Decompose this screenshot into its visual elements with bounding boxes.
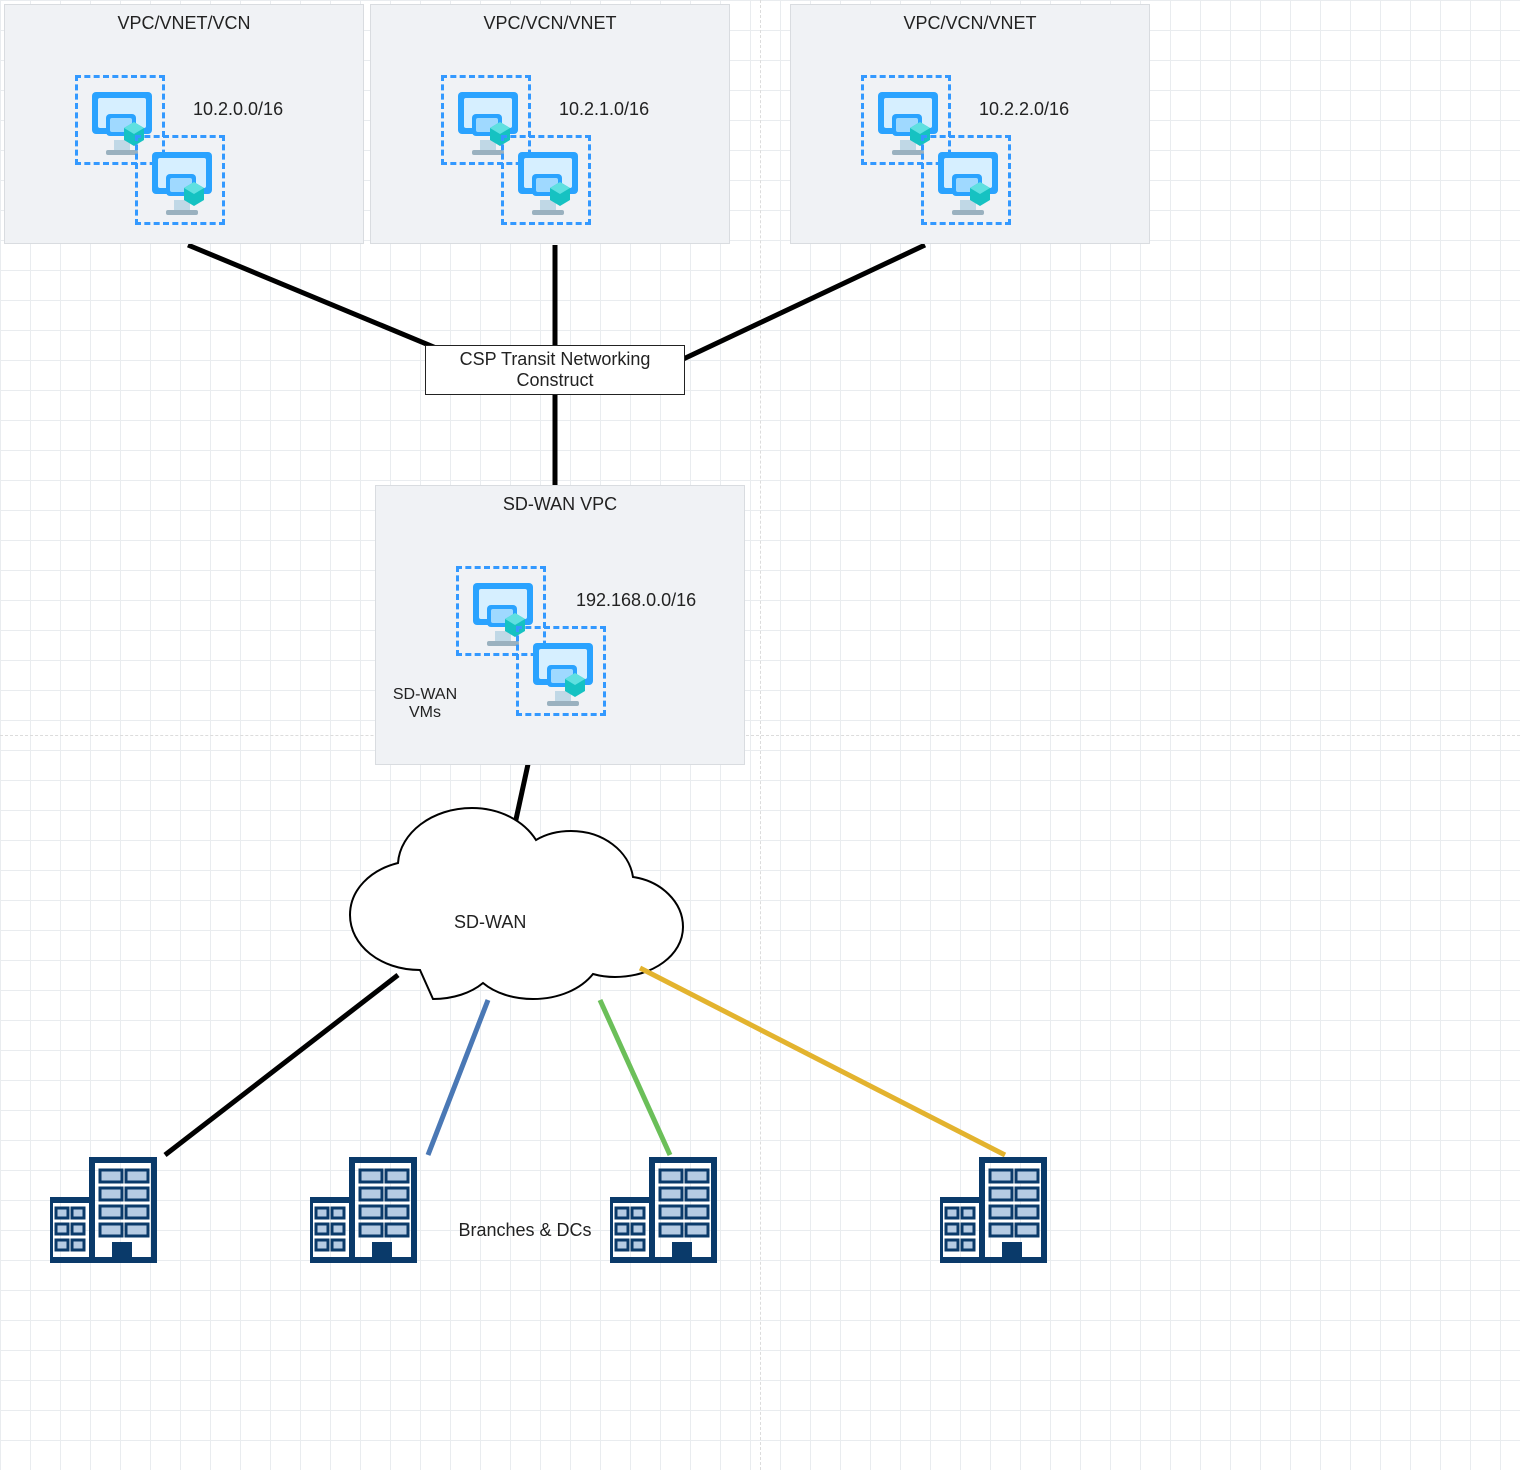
link-cloud-branch4	[640, 968, 1005, 1155]
vpc2-vm2-box	[501, 135, 591, 225]
page-center-horizontal-guide	[0, 735, 1520, 736]
transit-construct-box: CSP Transit Networking Construct	[425, 345, 685, 395]
cloud-label: SD-WAN	[454, 912, 526, 933]
sdwan-cloud-shape	[350, 808, 683, 999]
vpc2-cidr: 10.2.1.0/16	[559, 99, 649, 120]
building-icon	[940, 1130, 1060, 1270]
building-icon	[310, 1130, 430, 1270]
vm-icon	[527, 637, 599, 709]
sdwan-vm-label: SD-WAN VMs	[380, 686, 470, 722]
vpc1-title: VPC/VNET/VCN	[5, 13, 363, 34]
vpc1-vm2-box	[135, 135, 225, 225]
building-icon	[50, 1130, 170, 1270]
vpc2-title: VPC/VCN/VNET	[371, 13, 729, 34]
branch-building-1	[50, 1130, 170, 1275]
vpc3-cidr: 10.2.2.0/16	[979, 99, 1069, 120]
sdwan-vm2-box	[516, 626, 606, 716]
vm-icon	[146, 146, 218, 218]
vpc3-vm2-box	[921, 135, 1011, 225]
sdwan-vpc-title: SD-WAN VPC	[376, 494, 744, 515]
branches-label: Branches & DCs	[445, 1220, 605, 1241]
link-cloud-branch1	[165, 975, 398, 1155]
branch-building-2	[310, 1130, 430, 1275]
vpc1-cidr: 10.2.0.0/16	[193, 99, 283, 120]
vpc3-title: VPC/VCN/VNET	[791, 13, 1149, 34]
vm-icon	[932, 146, 1004, 218]
branch-building-3	[610, 1130, 730, 1275]
building-icon	[610, 1130, 730, 1270]
link-vpc3-transit	[660, 245, 925, 370]
vpc-box-3: VPC/VCN/VNET 10.2.2.0/16	[790, 4, 1150, 244]
vpc-box-1: VPC/VNET/VCN 10.2.0.0/16	[4, 4, 364, 244]
branch-building-4	[940, 1130, 1060, 1275]
vpc-box-2: VPC/VCN/VNET 10.2.1.0/16	[370, 4, 730, 244]
vm-icon	[512, 146, 584, 218]
link-cloud-branch2	[428, 1000, 488, 1155]
link-vpc1-transit	[188, 245, 465, 360]
link-sdwanvpc-cloud	[505, 755, 530, 870]
sdwan-cidr: 192.168.0.0/16	[576, 590, 696, 611]
sdwan-vpc-box: SD-WAN VPC 192.168.0.0/16 SD-WAN VMs	[375, 485, 745, 765]
transit-label: CSP Transit Networking Construct	[436, 349, 674, 391]
